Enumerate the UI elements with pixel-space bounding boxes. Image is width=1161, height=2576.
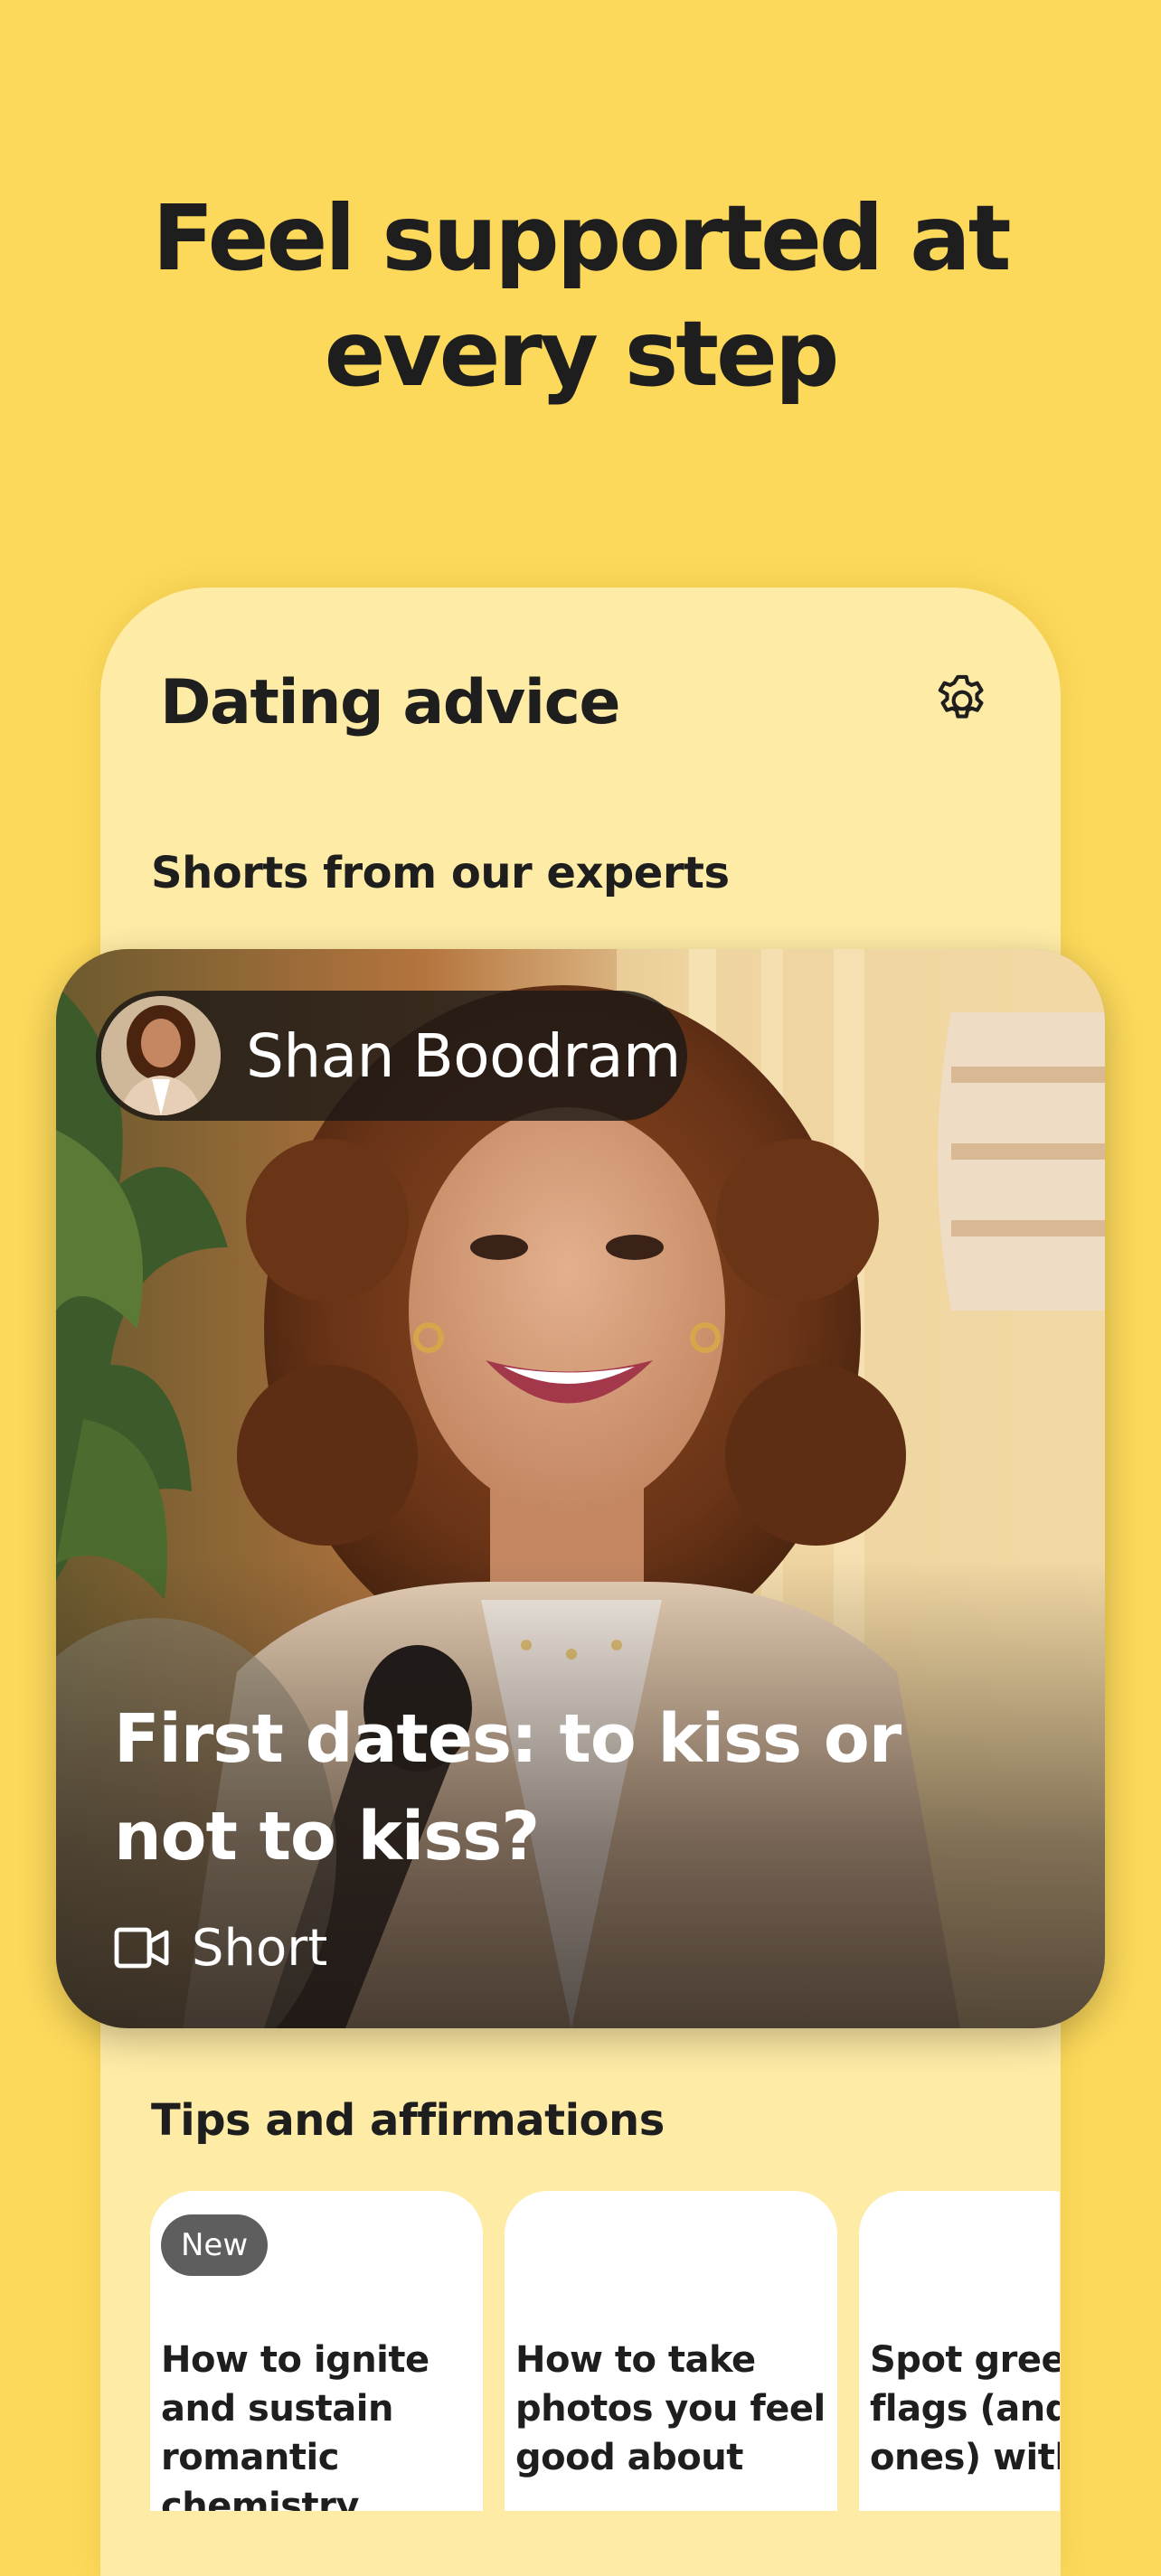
expert-short-video-card[interactable]: Shan Boodram First dates: to kiss or not…: [56, 949, 1105, 2028]
tip-card-title: How to take photos you feel good about: [515, 2339, 826, 2478]
tips-section-title: Tips and affirmations: [151, 2095, 665, 2146]
gear-icon[interactable]: [932, 671, 992, 730]
hero-headline-line2: every step: [324, 301, 840, 407]
expert-name-pill[interactable]: Shan Boodram: [96, 991, 687, 1121]
shorts-section-title: Shorts from our experts: [151, 848, 730, 898]
tip-card[interactable]: New How to ignite and sustain romantic c…: [150, 2191, 483, 2511]
tip-card-title: Spot green flags (and red ones) with Sha…: [870, 2339, 1060, 2478]
video-type-text: Short: [192, 1918, 328, 1978]
tip-card-title: How to ignite and sustain romantic chemi…: [161, 2339, 429, 2511]
video-type-label: Short: [114, 1916, 327, 1979]
expert-avatar: [101, 996, 221, 1115]
tips-carousel[interactable]: New How to ignite and sustain romantic c…: [0, 2151, 1060, 2511]
new-badge: New: [161, 2214, 269, 2276]
hero-headline: Feel supported at every step: [0, 181, 1161, 412]
expert-name: Shan Boodram: [246, 1021, 681, 1091]
page-title: Dating advice: [160, 667, 621, 738]
video-camera-icon: [114, 1927, 169, 1969]
hero-headline-line1: Feel supported at: [152, 185, 1011, 291]
tip-card[interactable]: How to take photos you feel good about: [505, 2191, 837, 2511]
tip-card[interactable]: Spot green flags (and red ones) with Sha…: [859, 2191, 1060, 2511]
video-title: First dates: to kiss or not to kiss?: [114, 1700, 901, 1876]
